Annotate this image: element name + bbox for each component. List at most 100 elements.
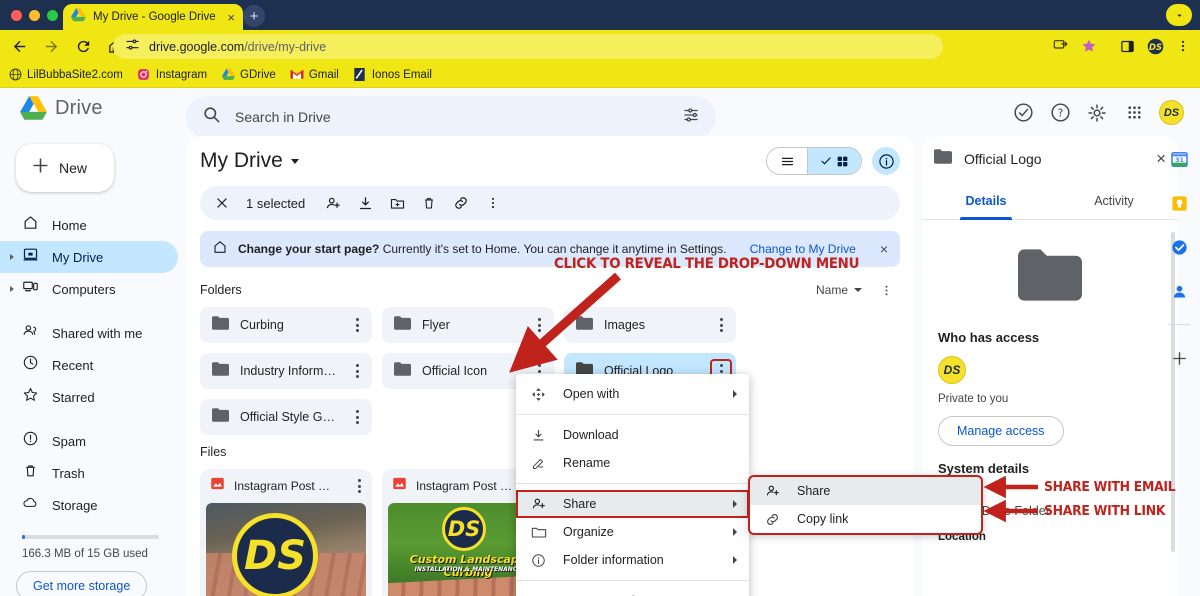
tab-details[interactable]: Details: [922, 182, 1050, 219]
sidebar-item-my-drive[interactable]: My Drive: [0, 241, 178, 273]
new-button[interactable]: New: [16, 144, 114, 192]
sidebar-item-computers[interactable]: Computers: [0, 273, 178, 305]
address-bar[interactable]: drive.google.com/drive/my-drive: [113, 34, 943, 59]
folder-more-options-icon[interactable]: [712, 315, 730, 335]
drive-logo[interactable]: Drive: [20, 96, 103, 121]
close-window-button[interactable]: [11, 10, 22, 21]
copy-link-icon[interactable]: [447, 189, 475, 217]
sidebar-item-recent[interactable]: Recent: [0, 349, 178, 381]
avatar[interactable]: DS: [1159, 100, 1184, 125]
grid-view-button[interactable]: [807, 148, 861, 174]
folder-card[interactable]: Industry Inform…: [200, 353, 372, 389]
google-keep-icon[interactable]: [1168, 192, 1190, 214]
reload-icon[interactable]: [70, 33, 96, 59]
list-options-icon[interactable]: [872, 276, 900, 304]
menu-item-label: Download: [563, 428, 619, 442]
details-info-button[interactable]: [872, 147, 900, 175]
maximize-window-button[interactable]: [47, 10, 58, 21]
menu-item-rename[interactable]: Rename: [516, 449, 749, 477]
tabstrip-expand-button[interactable]: [1166, 4, 1192, 26]
profile-avatar-icon[interactable]: DS: [1142, 33, 1168, 59]
close-icon[interactable]: ×: [880, 241, 888, 257]
clear-selection-icon[interactable]: [208, 189, 236, 217]
menu-item-open-with[interactable]: Open with: [516, 380, 749, 408]
browser-menu-icon[interactable]: [1170, 33, 1196, 59]
bookmark-item[interactable]: Gmail: [289, 68, 339, 82]
google-contacts-icon[interactable]: [1168, 280, 1190, 302]
folders-section-header: Folders Name: [186, 273, 914, 307]
search-filter-icon[interactable]: [682, 106, 700, 129]
folder-card[interactable]: Curbing: [200, 307, 372, 343]
chevron-right-icon: [733, 390, 737, 398]
submenu-item-copy-link[interactable]: Copy link: [750, 505, 981, 533]
file-card[interactable]: Instagram Post … DS: [200, 469, 372, 596]
folder-more-options-icon[interactable]: [348, 361, 366, 381]
search-input[interactable]: Search in Drive: [186, 96, 716, 138]
submenu-item-share[interactable]: Share: [750, 477, 981, 505]
chevron-down-icon[interactable]: [290, 158, 299, 164]
trash-icon[interactable]: [415, 189, 443, 217]
browser-tab[interactable]: My Drive - Google Drive ×: [63, 4, 243, 30]
download-icon[interactable]: [351, 189, 379, 217]
menu-item-download[interactable]: Download: [516, 421, 749, 449]
apps-grid-icon[interactable]: [1122, 101, 1146, 125]
sidebar-item-shared-with-me[interactable]: Shared with me: [0, 317, 178, 349]
install-app-icon[interactable]: [1048, 33, 1074, 59]
new-tab-button[interactable]: +: [243, 5, 265, 27]
bookmark-star-icon[interactable]: [1076, 33, 1102, 59]
bookmark-item[interactable]: Instagram: [137, 68, 207, 82]
back-icon[interactable]: [6, 33, 32, 59]
site-settings-icon[interactable]: [125, 37, 140, 57]
folder-more-options-icon[interactable]: [530, 315, 548, 335]
computers-icon: [22, 278, 39, 300]
folder-more-options-icon[interactable]: [348, 315, 366, 335]
sidebar-item-home[interactable]: Home: [0, 209, 178, 241]
menu-item-move-to-trash[interactable]: Move to trash: [516, 587, 749, 596]
side-panel-icon[interactable]: [1114, 33, 1140, 59]
list-view-button[interactable]: [767, 148, 807, 174]
google-tasks-icon[interactable]: [1168, 236, 1190, 258]
chevron-right-icon[interactable]: [10, 286, 14, 292]
move-to-folder-icon[interactable]: [383, 189, 411, 217]
chevron-right-icon[interactable]: [10, 254, 14, 260]
more-options-icon[interactable]: [479, 189, 507, 217]
trash-icon: [22, 462, 39, 484]
google-apps-side-rail: 31: [1158, 136, 1200, 596]
support-icon[interactable]: [1011, 101, 1035, 125]
banner-action-link[interactable]: Change to My Drive: [750, 242, 856, 256]
menu-item-share[interactable]: Share: [516, 490, 749, 518]
minimize-window-button[interactable]: [29, 10, 40, 21]
google-calendar-icon[interactable]: 31: [1168, 148, 1190, 170]
sidebar-item-spam[interactable]: Spam: [0, 425, 178, 457]
home-icon: [22, 214, 39, 236]
avatar: DS: [938, 356, 966, 384]
folder-more-options-icon[interactable]: [348, 407, 366, 427]
access-avatar: DS: [938, 356, 1162, 384]
add-apps-icon[interactable]: [1168, 347, 1190, 369]
file-more-options-icon[interactable]: [350, 476, 368, 496]
menu-item-label: Share: [563, 497, 597, 511]
sidebar-item-starred[interactable]: Starred: [0, 381, 178, 413]
close-icon[interactable]: ×: [227, 11, 235, 24]
menu-item-organize[interactable]: Organize: [516, 518, 749, 546]
sidebar-item-storage[interactable]: Storage: [0, 489, 178, 521]
help-icon[interactable]: ?: [1048, 101, 1072, 125]
folder-card[interactable]: Official Style Gu…: [200, 399, 372, 435]
manage-access-button[interactable]: Manage access: [938, 416, 1064, 446]
share-person-add-icon[interactable]: [319, 189, 347, 217]
folder-card[interactable]: Flyer: [382, 307, 554, 343]
sort-controls: Name: [816, 276, 900, 304]
bookmark-label: GDrive: [240, 68, 276, 81]
bookmark-item[interactable]: GDrive: [221, 68, 276, 82]
bookmark-item[interactable]: LilBubbaSite2.com: [8, 68, 123, 82]
settings-icon[interactable]: [1085, 101, 1109, 125]
folder-card[interactable]: Images: [564, 307, 736, 343]
sidebar-item-trash[interactable]: Trash: [0, 457, 178, 489]
sort-by-button[interactable]: Name: [816, 283, 862, 297]
person-add-icon: [530, 496, 547, 512]
menu-item-folder-information[interactable]: Folder information: [516, 546, 749, 574]
forward-icon[interactable]: [38, 33, 64, 59]
bookmark-item[interactable]: Ionos Email: [353, 68, 432, 82]
window-controls[interactable]: [11, 10, 58, 21]
get-more-storage-button[interactable]: Get more storage: [16, 571, 148, 596]
